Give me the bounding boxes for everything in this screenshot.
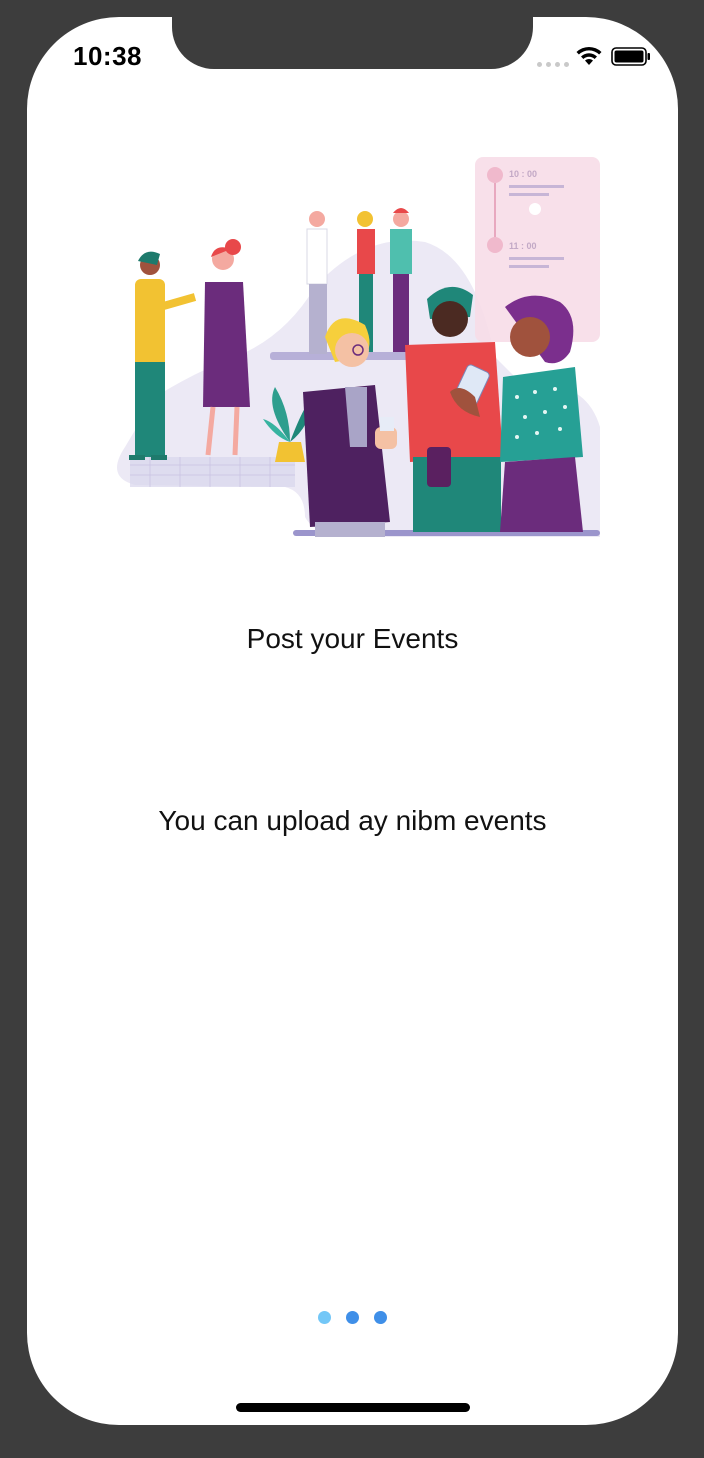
battery-icon	[611, 47, 650, 66]
onboarding-title: Post your Events	[246, 623, 459, 654]
schedule-time-2: 11 : 00	[509, 241, 537, 251]
page-dot-3[interactable]	[374, 1311, 387, 1324]
schedule-time-1: 10 : 00	[509, 169, 537, 179]
status-time: 10:38	[73, 41, 142, 71]
people-networking-illustration: 10 : 00 11 : 00	[117, 157, 600, 537]
page-dot-2[interactable]	[346, 1311, 359, 1324]
page-indicator[interactable]	[318, 1311, 387, 1324]
onboarding-subtitle: You can upload ay nibm events	[158, 805, 547, 836]
signal-dots-icon	[537, 62, 569, 67]
home-indicator[interactable]	[236, 1403, 470, 1412]
wifi-icon	[576, 46, 602, 65]
phone-screen: 10:38 10: 00 11: 00 Post your Events Y…	[27, 17, 678, 1425]
page-dot-1[interactable]	[318, 1311, 331, 1324]
device-notch	[172, 17, 533, 69]
